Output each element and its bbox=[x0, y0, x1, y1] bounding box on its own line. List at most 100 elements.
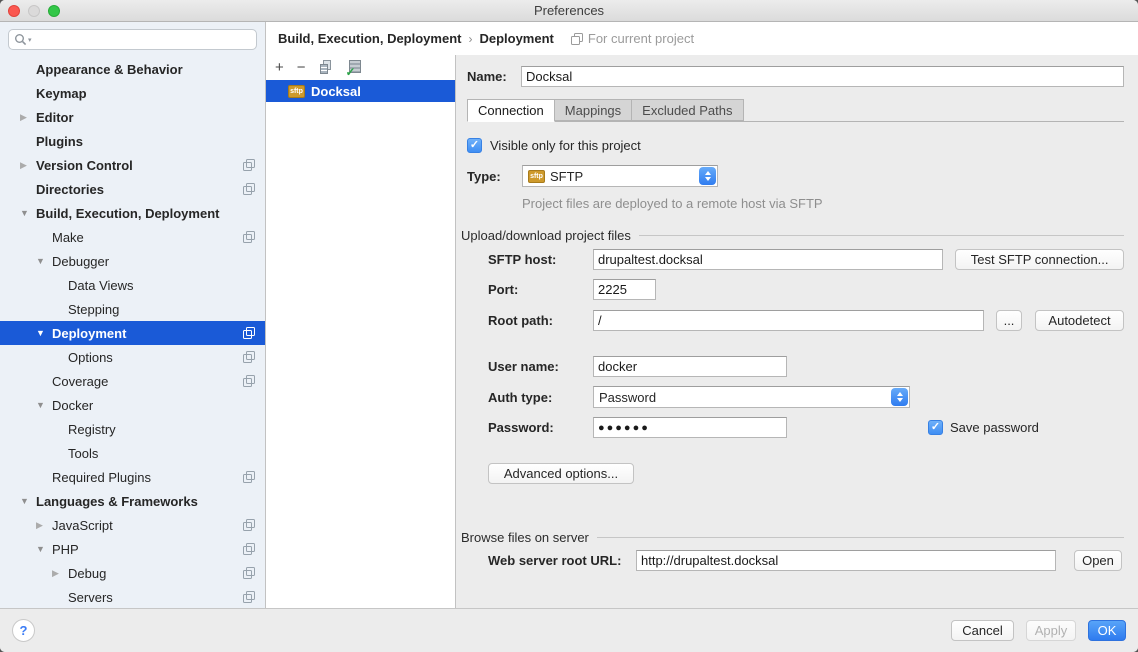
window-controls bbox=[8, 5, 60, 17]
add-server-button[interactable]: + bbox=[275, 60, 284, 75]
apply-button[interactable]: Apply bbox=[1026, 620, 1076, 641]
for-current-project-icon bbox=[243, 543, 255, 555]
sidebar-item-build-execution-deployment[interactable]: ▼Build, Execution, Deployment bbox=[0, 201, 265, 225]
for-current-project-icon bbox=[243, 567, 255, 579]
sidebar-item-languages-frameworks[interactable]: ▼Languages & Frameworks bbox=[0, 489, 265, 513]
breadcrumb: Build, Execution, Deployment › Deploymen… bbox=[266, 22, 1138, 55]
sidebar-item-label: Registry bbox=[68, 422, 116, 437]
section-divider bbox=[597, 537, 1124, 538]
remove-server-button[interactable]: − bbox=[297, 60, 306, 75]
password-input[interactable] bbox=[593, 417, 787, 438]
auth-type-select[interactable]: Password bbox=[593, 386, 910, 408]
chevron-down-icon[interactable]: ▼ bbox=[20, 496, 36, 506]
sidebar-item-servers[interactable]: Servers bbox=[0, 585, 265, 609]
sidebar-item-label: Plugins bbox=[36, 134, 83, 149]
chevron-down-icon[interactable]: ▼ bbox=[36, 400, 52, 410]
sidebar-item-keymap[interactable]: Keymap bbox=[0, 81, 265, 105]
sidebar-item-label: Stepping bbox=[68, 302, 119, 317]
breadcrumb-current: Deployment bbox=[479, 31, 553, 46]
chevron-down-icon[interactable]: ▼ bbox=[36, 328, 52, 338]
root-path-input[interactable] bbox=[593, 310, 984, 331]
tab-mappings[interactable]: Mappings bbox=[555, 99, 632, 121]
sidebar-item-options[interactable]: Options bbox=[0, 345, 265, 369]
for-current-project-icon bbox=[243, 471, 255, 483]
search-filter-caret-icon[interactable]: ▾ bbox=[28, 36, 32, 44]
sftp-file-icon: sftp bbox=[288, 85, 305, 98]
for-current-project-icon bbox=[243, 159, 255, 171]
for-current-project-icon bbox=[243, 183, 255, 195]
type-label: Type: bbox=[467, 169, 522, 184]
search-input[interactable]: ▾ bbox=[8, 29, 257, 50]
auth-type-value: Password bbox=[599, 390, 656, 405]
for-current-project-icon bbox=[243, 591, 255, 603]
deployment-settings-panel: Name: Connection Mappings Excluded Paths… bbox=[456, 55, 1138, 608]
visible-only-checkbox[interactable]: ✓ bbox=[467, 138, 482, 153]
sidebar-item-deployment[interactable]: ▼Deployment bbox=[0, 321, 265, 345]
user-name-label: User name: bbox=[488, 359, 593, 374]
web-root-input[interactable] bbox=[636, 550, 1056, 571]
sidebar-item-label: Keymap bbox=[36, 86, 87, 101]
sidebar-item-stepping[interactable]: Stepping bbox=[0, 297, 265, 321]
chevron-right-icon[interactable]: ▶ bbox=[36, 520, 52, 531]
sidebar-item-version-control[interactable]: ▶Version Control bbox=[0, 153, 265, 177]
sidebar-item-label: Languages & Frameworks bbox=[36, 494, 198, 509]
sidebar-item-label: Tools bbox=[68, 446, 98, 461]
sftp-host-input[interactable] bbox=[593, 249, 943, 270]
zoom-button[interactable] bbox=[48, 5, 60, 17]
ok-button[interactable]: OK bbox=[1088, 620, 1126, 641]
chevron-down-icon[interactable]: ▼ bbox=[36, 256, 52, 266]
autodetect-button[interactable]: Autodetect bbox=[1035, 310, 1124, 331]
cancel-button[interactable]: Cancel bbox=[951, 620, 1014, 641]
test-sftp-connection-button[interactable]: Test SFTP connection... bbox=[955, 249, 1124, 270]
sidebar-item-appearance-behavior[interactable]: Appearance & Behavior bbox=[0, 57, 265, 81]
sidebar-item-editor[interactable]: ▶Editor bbox=[0, 105, 265, 129]
for-current-project-icon bbox=[243, 375, 255, 387]
sidebar-item-debug[interactable]: ▶Debug bbox=[0, 561, 265, 585]
tab-connection[interactable]: Connection bbox=[467, 99, 555, 122]
sidebar-item-label: Docker bbox=[52, 398, 93, 413]
server-list-item-docksal[interactable]: sftp Docksal bbox=[266, 80, 455, 102]
sidebar-item-tools[interactable]: Tools bbox=[0, 441, 265, 465]
breadcrumb-parent[interactable]: Build, Execution, Deployment bbox=[278, 31, 461, 46]
port-input[interactable] bbox=[593, 279, 656, 300]
browse-root-path-button[interactable]: ... bbox=[996, 310, 1022, 331]
save-password-checkbox[interactable]: ✓ bbox=[928, 420, 943, 435]
name-input[interactable] bbox=[521, 66, 1124, 87]
sidebar-item-label: Version Control bbox=[36, 158, 133, 173]
sftp-host-label: SFTP host: bbox=[488, 252, 593, 267]
sidebar-item-registry[interactable]: Registry bbox=[0, 417, 265, 441]
for-current-project-icon bbox=[571, 33, 583, 45]
copy-server-button[interactable] bbox=[319, 60, 334, 75]
chevron-right-icon[interactable]: ▶ bbox=[20, 112, 36, 123]
chevron-down-icon[interactable]: ▼ bbox=[20, 208, 36, 218]
minimize-button bbox=[28, 5, 40, 17]
chevron-right-icon[interactable]: ▶ bbox=[52, 568, 68, 579]
for-current-project-icon bbox=[243, 231, 255, 243]
tab-excluded-paths[interactable]: Excluded Paths bbox=[632, 99, 743, 121]
type-select[interactable]: sftp SFTP bbox=[522, 165, 718, 187]
advanced-options-button[interactable]: Advanced options... bbox=[488, 463, 634, 484]
type-select-value: SFTP bbox=[550, 169, 583, 184]
sidebar-item-coverage[interactable]: Coverage bbox=[0, 369, 265, 393]
sidebar-item-data-views[interactable]: Data Views bbox=[0, 273, 265, 297]
sidebar-item-php[interactable]: ▼PHP bbox=[0, 537, 265, 561]
sidebar-item-debugger[interactable]: ▼Debugger bbox=[0, 249, 265, 273]
open-url-button[interactable]: Open bbox=[1074, 550, 1122, 571]
window-title: Preferences bbox=[0, 0, 1138, 21]
name-label: Name: bbox=[467, 69, 521, 84]
select-stepper-icon bbox=[891, 388, 908, 406]
chevron-down-icon[interactable]: ▼ bbox=[36, 544, 52, 554]
chevron-right-icon[interactable]: ▶ bbox=[20, 160, 36, 171]
help-button[interactable]: ? bbox=[12, 619, 35, 642]
close-button[interactable] bbox=[8, 5, 20, 17]
sidebar-item-make[interactable]: Make bbox=[0, 225, 265, 249]
user-name-input[interactable] bbox=[593, 356, 787, 377]
sidebar-item-directories[interactable]: Directories bbox=[0, 177, 265, 201]
password-label: Password: bbox=[488, 420, 593, 435]
use-as-default-button[interactable]: ✓ bbox=[347, 60, 362, 75]
sidebar-item-required-plugins[interactable]: Required Plugins bbox=[0, 465, 265, 489]
sidebar-item-javascript[interactable]: ▶JavaScript bbox=[0, 513, 265, 537]
upload-section-label: Upload/download project files bbox=[461, 228, 631, 243]
sidebar-item-docker[interactable]: ▼Docker bbox=[0, 393, 265, 417]
sidebar-item-plugins[interactable]: Plugins bbox=[0, 129, 265, 153]
